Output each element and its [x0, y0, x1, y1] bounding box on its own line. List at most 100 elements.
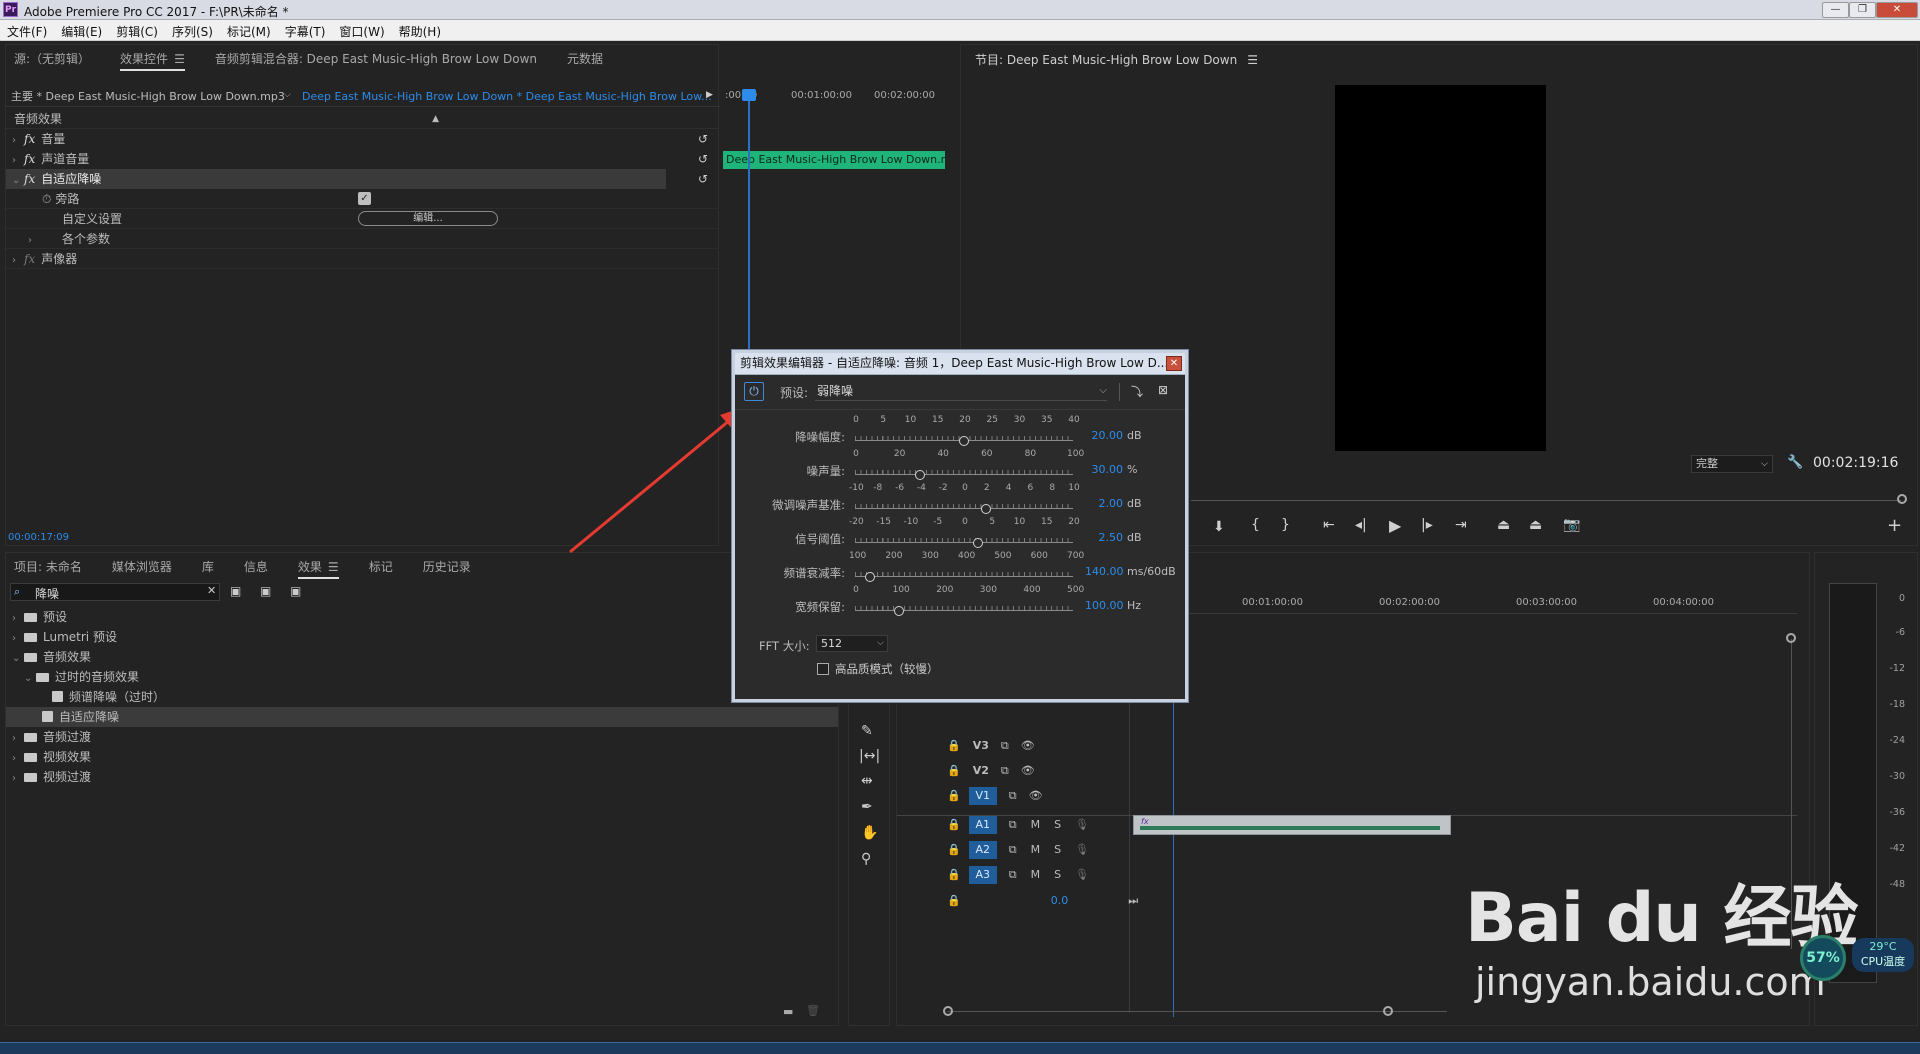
slider-value[interactable]: 100.00 [1085, 599, 1124, 612]
fx-icon[interactable]: fx [24, 172, 35, 186]
collapse-icon[interactable]: ▲ [432, 109, 439, 129]
solo-button[interactable]: S [1054, 818, 1061, 831]
playhead-handle-icon[interactable] [742, 89, 756, 101]
slider-track[interactable] [855, 467, 1073, 475]
slider-value[interactable]: 30.00 [1085, 463, 1124, 476]
slider-value[interactable]: 20.00 [1085, 429, 1124, 442]
tree-item-lumetri-presets[interactable]: › Lumetri 预设 [6, 627, 836, 647]
menu-edit[interactable]: 编辑(E) [54, 20, 109, 40]
slider-knob[interactable] [915, 470, 926, 480]
save-preset-icon[interactable]: ⤵ [1131, 383, 1143, 400]
marker-icon[interactable]: ⬇ [1213, 519, 1225, 535]
extract-icon[interactable]: ⏏ [1529, 517, 1542, 533]
mic-icon[interactable]: 🎙 [1075, 868, 1089, 881]
scroll-handle-left-icon[interactable] [943, 1006, 953, 1016]
hand-tool-icon[interactable]: ✋ [861, 825, 878, 841]
effect-row-volume[interactable]: › fx 音量 ↺ [6, 129, 719, 149]
sync-lock-icon[interactable]: ⧉ [1009, 843, 1017, 856]
tree-item-spectral-denoise[interactable]: 频谱降噪（过时） [6, 687, 836, 707]
track-label[interactable]: V2 [973, 764, 989, 777]
mark-in-icon[interactable]: { [1251, 517, 1260, 533]
menu-sequence[interactable]: 序列(S) [165, 20, 220, 40]
new-folder-icon[interactable]: ▬ [783, 1005, 793, 1018]
tab-project[interactable]: 项目: 未命名 [14, 558, 82, 575]
solo-button[interactable]: S [1054, 868, 1061, 881]
slider-track[interactable] [855, 569, 1073, 577]
bypass-checkbox[interactable]: ✓ [358, 192, 371, 205]
slip-tool-icon[interactable]: |↔| [859, 748, 880, 764]
reset-icon[interactable]: ↺ [698, 129, 708, 149]
edit-button[interactable]: 编辑... [358, 211, 498, 226]
slider-knob[interactable] [864, 572, 875, 582]
menu-help[interactable]: 帮助(H) [392, 20, 448, 40]
tree-item-presets[interactable]: › 预设 [6, 607, 836, 627]
tab-info[interactable]: 信息 [244, 558, 268, 575]
effect-controls-timecode[interactable]: 00:00:17:09 [8, 532, 69, 543]
mic-icon[interactable]: 🎙 [1075, 818, 1089, 831]
menu-marker[interactable]: 标记(M) [220, 20, 278, 40]
expand-arrow-icon[interactable]: › [12, 729, 24, 749]
slider-value[interactable]: 2.50 [1085, 531, 1124, 544]
lock-icon[interactable]: 🔒 [947, 764, 961, 777]
search-input[interactable]: 降噪 [35, 585, 59, 602]
dialog-close-button[interactable]: ✕ [1166, 356, 1182, 371]
effect-row-channel-volume[interactable]: › fx 声道音量 ↺ [6, 149, 719, 169]
params-row[interactable]: › 各个参数 [6, 229, 719, 249]
pen-tool-icon[interactable]: ✒ [861, 799, 873, 815]
fft-size-dropdown[interactable]: 512 ⌵ [816, 635, 888, 652]
lock-icon[interactable]: 🔒 [947, 843, 961, 856]
razor-tool-icon[interactable]: ✎ [861, 723, 873, 739]
trash-icon[interactable]: 🗑 [806, 1004, 820, 1017]
delete-preset-icon[interactable]: ⊠ [1158, 383, 1168, 397]
effect-row-panner[interactable]: › fx 声像器 [6, 249, 719, 269]
tab-effect-controls[interactable]: 效果控件 ☰ [120, 50, 185, 71]
mute-button[interactable]: M [1031, 843, 1041, 856]
mute-button[interactable]: M [1031, 818, 1041, 831]
tab-markers[interactable]: 标记 [369, 558, 393, 575]
32bit-effects-icon[interactable]: ▣ [260, 584, 271, 598]
track-label[interactable]: A2 [968, 841, 997, 859]
slider-value[interactable]: 2.00 [1085, 497, 1124, 510]
maximize-button[interactable]: ❐ [1849, 2, 1876, 18]
chevron-down-icon[interactable]: ⌵ [284, 90, 291, 100]
effect-row-adaptive-denoise[interactable]: ⌄ fx 自适应降噪 ↺ [6, 169, 708, 191]
expand-arrow-icon[interactable]: › [12, 629, 24, 649]
collapse-arrow-icon[interactable]: ⌄ [12, 171, 24, 191]
minimize-button[interactable]: — [1822, 2, 1849, 18]
sync-lock-icon[interactable]: ⧉ [1001, 739, 1009, 752]
tree-item-video-effects[interactable]: › 视频效果 [6, 747, 836, 767]
sync-lock-icon[interactable]: ⧉ [1009, 789, 1017, 802]
hq-mode-checkbox[interactable] [817, 663, 829, 675]
timeline-scrollbar[interactable] [947, 1011, 1447, 1012]
track-label[interactable]: V3 [973, 739, 989, 752]
tab-effects[interactable]: 效果 ☰ [297, 558, 339, 579]
eye-icon[interactable]: 👁 [1029, 789, 1043, 802]
stopwatch-icon[interactable]: ⏱ [42, 192, 51, 206]
fx-icon[interactable]: fx [24, 252, 35, 266]
reset-icon[interactable]: ↺ [698, 149, 708, 169]
menu-file[interactable]: 文件(F) [0, 20, 54, 40]
slide-tool-icon[interactable]: ⇹ [861, 773, 873, 789]
track-label[interactable]: V1 [968, 787, 997, 805]
scroll-handle-right-icon[interactable] [1383, 1006, 1393, 1016]
tree-item-adaptive-denoise[interactable]: 自适应降噪 [6, 707, 838, 727]
play-icon[interactable]: ▶ [1389, 516, 1401, 535]
menu-window[interactable]: 窗口(W) [332, 20, 391, 40]
lock-icon[interactable]: 🔒 [947, 894, 961, 907]
panel-menu-icon[interactable]: ☰ [174, 52, 185, 66]
panel-menu-icon[interactable]: ☰ [328, 560, 339, 574]
sync-lock-icon[interactable]: ⧉ [1009, 818, 1017, 831]
accelerated-effects-icon[interactable]: ▣ [230, 584, 241, 598]
effects-search[interactable]: ⌕ 降噪 ✕ [10, 583, 220, 601]
tree-item-video-transitions[interactable]: › 视频过渡 [6, 767, 836, 787]
go-to-out-icon[interactable]: ⇥ [1455, 517, 1467, 533]
lock-icon[interactable]: 🔒 [947, 868, 961, 881]
program-scrub-bar[interactable] [1191, 500, 1901, 501]
tab-audio-mixer[interactable]: 音频剪辑混合器: Deep East Music-High Brow Low D… [215, 50, 537, 67]
vscroll-handle-icon[interactable] [1786, 633, 1796, 643]
sequence-clip-label[interactable]: Deep East Music-High Brow Low Down * Dee… [302, 87, 712, 107]
preset-dropdown[interactable]: 弱降噪 ⌵ [815, 381, 1107, 401]
track-label[interactable]: A1 [968, 816, 997, 834]
lock-icon[interactable]: 🔒 [947, 818, 961, 831]
slider-knob[interactable] [893, 606, 904, 616]
